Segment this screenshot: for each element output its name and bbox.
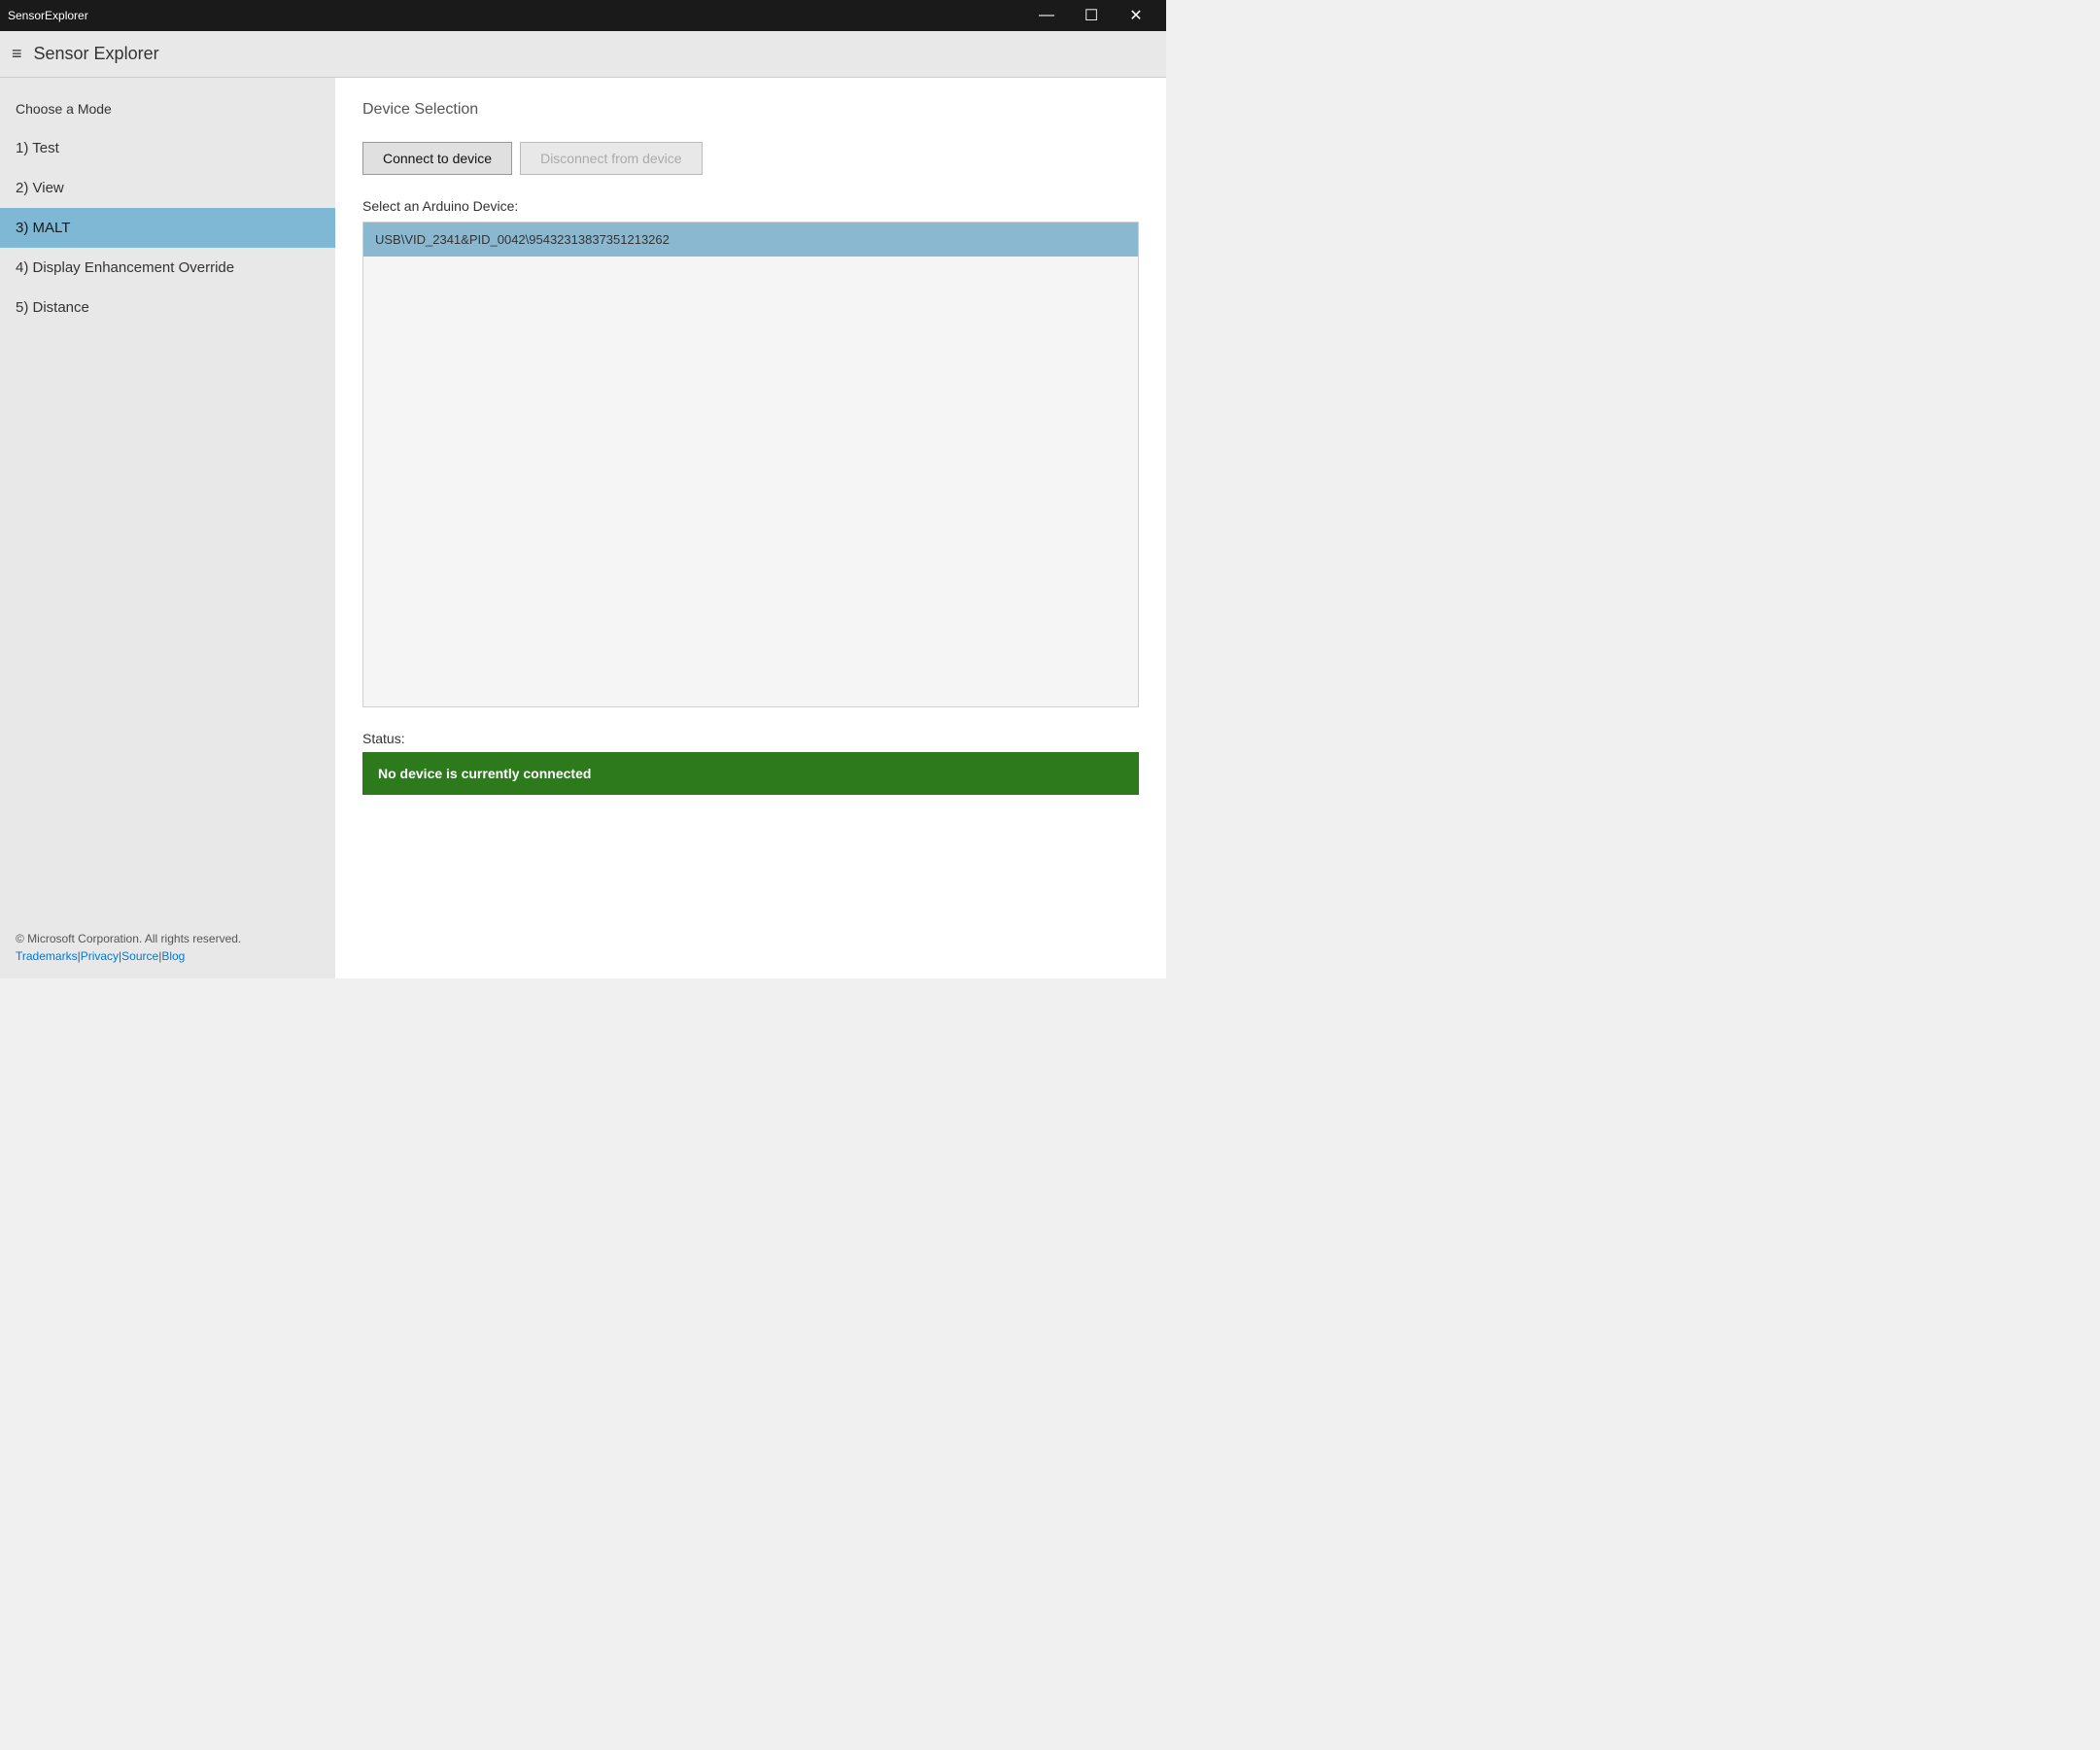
footer-links: Trademarks|Privacy|Source|Blog bbox=[16, 949, 320, 963]
sidebar: Choose a Mode 1) Test 2) View 3) MALT 4)… bbox=[0, 78, 335, 978]
sidebar-heading: Choose a Mode bbox=[0, 93, 335, 128]
status-section: Status: No device is currently connected bbox=[362, 731, 1139, 795]
minimize-button[interactable]: — bbox=[1024, 0, 1069, 31]
hamburger-icon[interactable]: ≡ bbox=[12, 44, 22, 64]
section-title: Device Selection bbox=[362, 101, 1139, 119]
device-select-label: Select an Arduino Device: bbox=[362, 198, 1139, 214]
status-bar: No device is currently connected bbox=[362, 752, 1139, 795]
sidebar-footer: © Microsoft Corporation. All rights rese… bbox=[0, 916, 335, 978]
window-controls: — ☐ ✕ bbox=[1024, 0, 1158, 31]
close-button[interactable]: ✕ bbox=[1114, 0, 1158, 31]
app-header: ≡ Sensor Explorer bbox=[0, 31, 1166, 78]
sidebar-item-distance[interactable]: 5) Distance bbox=[0, 288, 335, 327]
connect-button[interactable]: Connect to device bbox=[362, 142, 512, 175]
device-list-item[interactable]: USB\VID_2341&PID_0042\954323138373512132… bbox=[363, 223, 1138, 257]
window-title: SensorExplorer bbox=[8, 9, 88, 22]
sidebar-item-display[interactable]: 4) Display Enhancement Override bbox=[0, 248, 335, 288]
restore-button[interactable]: ☐ bbox=[1069, 0, 1114, 31]
main-layout: Choose a Mode 1) Test 2) View 3) MALT 4)… bbox=[0, 78, 1166, 978]
button-row: Connect to device Disconnect from device bbox=[362, 142, 1139, 175]
blog-link[interactable]: Blog bbox=[161, 949, 185, 963]
sidebar-item-test[interactable]: 1) Test bbox=[0, 128, 335, 168]
privacy-link[interactable]: Privacy bbox=[81, 949, 119, 963]
status-label: Status: bbox=[362, 731, 1139, 746]
sidebar-item-malt[interactable]: 3) MALT bbox=[0, 208, 335, 248]
content-area: Device Selection Connect to device Disco… bbox=[335, 78, 1166, 978]
trademarks-link[interactable]: Trademarks bbox=[16, 949, 78, 963]
sidebar-item-view[interactable]: 2) View bbox=[0, 168, 335, 208]
disconnect-button[interactable]: Disconnect from device bbox=[520, 142, 703, 175]
source-link[interactable]: Source bbox=[121, 949, 158, 963]
status-text: No device is currently connected bbox=[378, 766, 591, 781]
device-list[interactable]: USB\VID_2341&PID_0042\954323138373512132… bbox=[362, 222, 1139, 707]
copyright-text: © Microsoft Corporation. All rights rese… bbox=[16, 932, 320, 945]
title-bar: SensorExplorer — ☐ ✕ bbox=[0, 0, 1166, 31]
app-title: Sensor Explorer bbox=[34, 44, 159, 64]
